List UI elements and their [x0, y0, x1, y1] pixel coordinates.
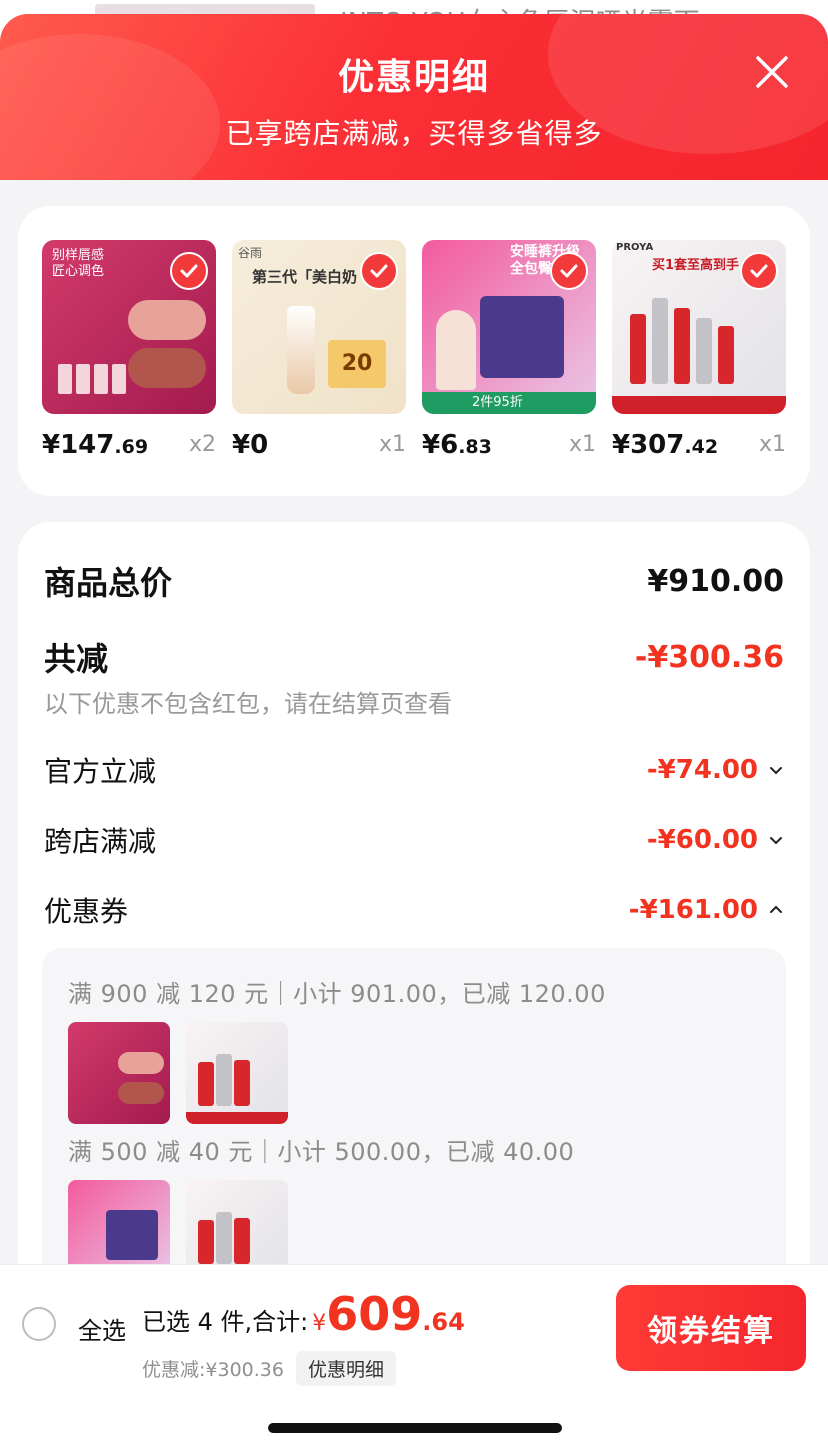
discount-row-official[interactable]: 官方立减 -¥74.00	[44, 750, 784, 790]
coupon-product-thumb	[68, 1022, 170, 1124]
coupon-rule: 满 500 减 40 元｜小计 500.00，已减 40.00	[68, 1138, 575, 1166]
product-item[interactable]: 别样唇感 匠心调色 ¥147.69 x2	[42, 240, 216, 460]
total-discount-label: 共减	[44, 640, 109, 678]
discount-amount: -¥161.00	[629, 895, 784, 925]
checked-icon[interactable]	[170, 252, 208, 290]
product-image: 安睡裤升级 全包臀 2件95折	[422, 240, 596, 414]
currency-symbol: ¥	[312, 1311, 327, 1336]
selected-count: 已选 4 件,合计:	[142, 1308, 309, 1336]
discount-amount: -¥60.00	[647, 825, 784, 855]
product-price: ¥147.69	[42, 430, 149, 460]
checked-icon[interactable]	[550, 252, 588, 290]
checkout-bar: 全选 已选 4 件,合计: ¥ 609 .64 优惠减:¥300.36 优惠明细…	[0, 1264, 828, 1450]
total-discount-row: 共减 -¥300.36	[44, 634, 784, 680]
discount-detail-tag[interactable]: 优惠明细	[295, 1351, 396, 1386]
coupon-rule: 满 900 减 120 元｜小计 901.00，已减 120.00	[68, 980, 606, 1008]
sheet-header: 优惠明细 已享跨店满减，买得多省得多	[0, 14, 828, 180]
chevron-up-icon[interactable]	[768, 902, 784, 918]
total-discount-value: -¥300.36	[634, 639, 784, 675]
select-all-label[interactable]: 全选	[78, 1311, 126, 1346]
total-price-value: ¥910.00	[647, 563, 784, 599]
product-image: 别样唇感 匠心调色	[42, 240, 216, 414]
product-quantity: x1	[378, 432, 406, 457]
product-price: ¥307.42	[612, 430, 719, 460]
discount-label: 优惠券	[44, 895, 129, 928]
total-decimal: .64	[422, 1308, 465, 1336]
select-all-radio[interactable]	[22, 1307, 56, 1341]
sheet-subtitle: 已享跨店满减，买得多省得多	[225, 117, 603, 150]
discount-note: 以下优惠不包含红包，请在结算页查看	[44, 690, 452, 718]
discount-row-cross-store[interactable]: 跨店满减 -¥60.00	[44, 820, 784, 860]
checkout-button[interactable]: 领券结算	[616, 1285, 806, 1371]
chevron-down-icon[interactable]	[768, 832, 784, 848]
product-price: ¥6.83	[422, 430, 492, 460]
saved-info: 优惠减:¥300.36 优惠明细	[142, 1351, 396, 1386]
home-indicator[interactable]	[268, 1423, 562, 1433]
discount-label: 官方立减	[44, 755, 157, 788]
close-icon[interactable]	[752, 52, 792, 92]
discount-amount: -¥74.00	[647, 755, 784, 785]
product-item[interactable]: 安睡裤升级 全包臀 2件95折 ¥6.83 x1	[422, 240, 596, 460]
total-integer: 609	[326, 1287, 423, 1341]
product-quantity: x2	[188, 432, 216, 457]
discount-row-coupon[interactable]: 优惠券 -¥161.00	[44, 890, 784, 930]
discount-label: 跨店满减	[44, 825, 157, 858]
product-image: PROYA 买1套至高到手	[612, 240, 786, 414]
product-price: ¥0	[232, 430, 269, 460]
product-image: 谷雨 第三代「美白奶 20	[232, 240, 406, 414]
product-list-card: 别样唇感匠心调色 ¥147.69 x2 谷雨 第三代「美白奶 20 ¥0 x1	[18, 206, 810, 496]
sheet-title: 优惠明细	[337, 57, 490, 98]
coupon-product-thumb	[186, 1022, 288, 1124]
total-price-row: 商品总价 ¥910.00	[44, 558, 784, 604]
saved-amount: 优惠减:¥300.36	[142, 1359, 284, 1381]
product-quantity: x1	[568, 432, 596, 457]
order-total: 已选 4 件,合计: ¥ 609 .64	[142, 1287, 465, 1341]
product-item[interactable]: PROYA 买1套至高到手 ¥307.42 x1	[612, 240, 786, 460]
discount-detail-sheet: 优惠明细 已享跨店满减，买得多省得多 别样唇感 匠心调色 ¥147.69 x2 谷…	[0, 14, 828, 1450]
product-item[interactable]: 谷雨 第三代「美白奶 20 ¥0 x1	[232, 240, 406, 460]
product-quantity: x1	[758, 432, 786, 457]
checked-icon[interactable]	[740, 252, 778, 290]
chevron-down-icon[interactable]	[768, 762, 784, 778]
total-price-label: 商品总价	[44, 564, 173, 602]
checked-icon[interactable]	[360, 252, 398, 290]
